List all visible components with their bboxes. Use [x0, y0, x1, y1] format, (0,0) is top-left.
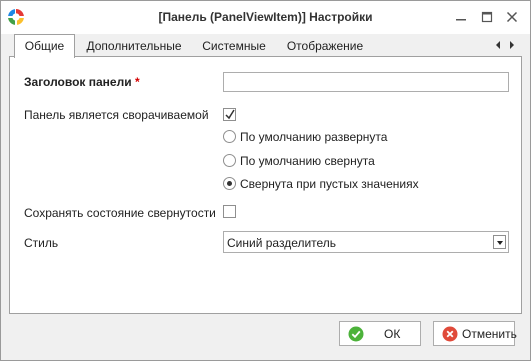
radio-label: Свернута при пустых значениях	[240, 177, 419, 191]
radio-label: По умолчанию свернута	[240, 154, 375, 168]
ok-button-label: ОК	[384, 327, 401, 341]
settings-dialog: [Панель (PanelViewItem)] Настройки Общие…	[0, 0, 531, 361]
close-icon[interactable]	[503, 9, 521, 25]
ok-check-icon	[348, 326, 364, 342]
general-tab-panel: Заголовок панели * Панель является свора…	[9, 57, 522, 314]
window-title: [Панель (PanelViewItem)] Настройки	[158, 10, 373, 24]
radio-label: По умолчанию развернута	[240, 130, 388, 144]
tab-system[interactable]: Системные	[196, 36, 272, 57]
collapsible-checkbox[interactable]	[223, 108, 236, 121]
required-marker: *	[134, 75, 140, 89]
tab-scroll-arrows-icon[interactable]	[494, 40, 518, 50]
style-select[interactable]: Синий разделитель	[223, 231, 509, 253]
radio-button[interactable]	[223, 154, 236, 167]
style-label: Стиль	[24, 236, 59, 250]
chevron-down-icon[interactable]	[493, 235, 506, 249]
panel-header-label: Заголовок панели *	[24, 75, 140, 89]
radio-button-selected[interactable]	[223, 177, 236, 190]
tab-additional[interactable]: Дополнительные	[79, 36, 189, 57]
cancel-button[interactable]: Отменить	[433, 321, 517, 346]
title-bar: [Панель (PanelViewItem)] Настройки	[1, 1, 530, 34]
radio-button[interactable]	[223, 130, 236, 143]
tab-strip: Общие Дополнительные Системные Отображен…	[9, 34, 522, 58]
style-select-value: Синий разделитель	[227, 236, 337, 250]
panel-header-label-text: Заголовок панели	[24, 75, 132, 89]
ok-button[interactable]: ОК	[339, 321, 421, 346]
maximize-icon[interactable]	[478, 9, 496, 25]
tab-general[interactable]: Общие	[14, 34, 75, 58]
tab-display[interactable]: Отображение	[279, 36, 371, 57]
checkmark-icon	[225, 109, 235, 120]
save-state-label: Сохранять состояние свернутости	[24, 206, 216, 220]
panel-header-input[interactable]	[223, 72, 509, 92]
cancel-x-icon	[442, 326, 458, 342]
collapsible-label: Панель является сворачиваемой	[24, 108, 209, 122]
minimize-icon[interactable]	[452, 9, 470, 25]
save-state-checkbox[interactable]	[223, 205, 236, 218]
cancel-button-label: Отменить	[462, 327, 517, 341]
